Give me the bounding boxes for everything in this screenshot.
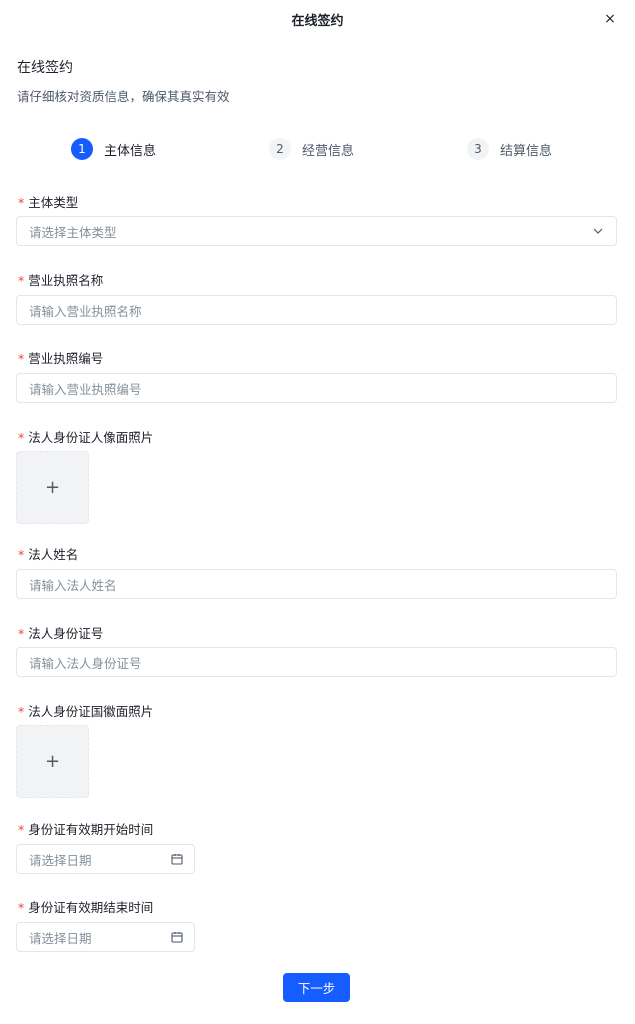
modal-header: 在线签约 × (0, 0, 635, 38)
id-valid-end-placeholder: 请选择日期 (29, 930, 92, 946)
id-valid-start-date-picker[interactable]: 请选择日期 (16, 844, 195, 874)
step-label: 结算信息 (500, 143, 553, 159)
required-mark: * (18, 626, 25, 641)
section-subtitle: 请仔细核对资质信息，确保其真实有效 (17, 89, 230, 104)
id-back-photo-upload[interactable]: + (16, 725, 89, 798)
license-number-label: * 营业执照编号 (18, 351, 104, 366)
steps-bar: 1 主体信息 2 经营信息 3 结算信息 (0, 136, 635, 162)
step-number: 3 (467, 138, 489, 160)
modal-title: 在线签约 (291, 13, 344, 29)
close-button[interactable]: × (601, 10, 619, 28)
chevron-down-icon (592, 225, 604, 237)
legal-id-number-input[interactable]: 请输入法人身份证号 (16, 647, 617, 677)
license-number-placeholder: 请输入营业执照编号 (29, 381, 142, 397)
required-mark: * (18, 195, 25, 210)
signing-modal: 在线签约 × 在线签约 请仔细核对资质信息，确保其真实有效 1 主体信息 2 经… (0, 0, 635, 1024)
plus-icon: + (44, 477, 61, 498)
step-label: 经营信息 (302, 143, 355, 159)
required-mark: * (18, 430, 25, 445)
license-number-input[interactable]: 请输入营业执照编号 (16, 373, 617, 403)
step-number: 1 (71, 138, 93, 160)
entity-type-placeholder: 请选择主体类型 (29, 224, 117, 240)
close-icon: × (604, 11, 616, 27)
id-front-photo-label: * 法人身份证人像面照片 (18, 430, 154, 445)
required-mark: * (18, 900, 25, 915)
id-valid-start-placeholder: 请选择日期 (29, 852, 92, 868)
id-valid-start-label: * 身份证有效期开始时间 (18, 822, 154, 837)
step-entity-info[interactable]: 1 主体信息 (71, 136, 156, 162)
step-number: 2 (269, 138, 291, 160)
calendar-icon (171, 853, 183, 865)
step-settlement-info[interactable]: 3 结算信息 (467, 136, 552, 162)
entity-type-label: * 主体类型 (18, 195, 79, 210)
step-label: 主体信息 (104, 143, 157, 159)
entity-type-select[interactable]: 请选择主体类型 (16, 216, 617, 246)
license-name-label: * 营业执照名称 (18, 273, 104, 288)
legal-name-placeholder: 请输入法人姓名 (29, 577, 117, 593)
next-step-button[interactable]: 下一步 (283, 973, 350, 1002)
legal-id-number-placeholder: 请输入法人身份证号 (29, 655, 142, 671)
id-valid-end-label: * 身份证有效期结束时间 (18, 900, 154, 915)
required-mark: * (18, 547, 25, 562)
step-business-info[interactable]: 2 经营信息 (269, 136, 354, 162)
required-mark: * (18, 351, 25, 366)
required-mark: * (18, 273, 25, 288)
id-front-photo-upload[interactable]: + (16, 451, 89, 524)
license-name-input[interactable]: 请输入营业执照名称 (16, 295, 617, 325)
id-back-photo-label: * 法人身份证国徽面照片 (18, 704, 154, 719)
calendar-icon (171, 931, 183, 943)
legal-name-input[interactable]: 请输入法人姓名 (16, 569, 617, 599)
id-valid-end-date-picker[interactable]: 请选择日期 (16, 922, 195, 952)
legal-id-number-label: * 法人身份证号 (18, 626, 104, 641)
legal-name-label: * 法人姓名 (18, 547, 79, 562)
section-title: 在线签约 (17, 60, 73, 76)
plus-icon: + (44, 751, 61, 772)
license-name-placeholder: 请输入营业执照名称 (29, 303, 142, 319)
required-mark: * (18, 704, 25, 719)
required-mark: * (18, 822, 25, 837)
